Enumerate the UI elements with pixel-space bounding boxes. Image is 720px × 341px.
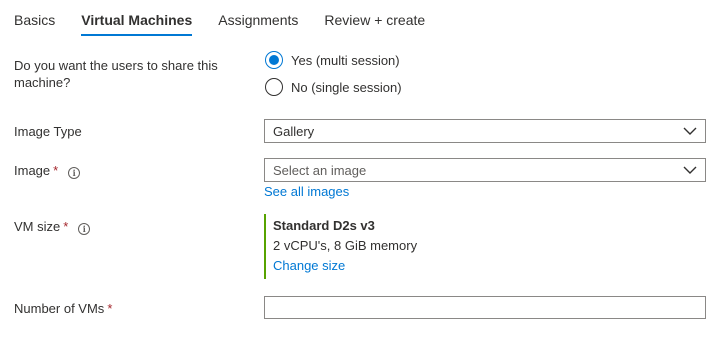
see-all-images-link[interactable]: See all images bbox=[264, 184, 349, 199]
vm-size-label-text: VM size bbox=[14, 219, 61, 234]
image-type-label: Image Type bbox=[14, 124, 82, 139]
image-field-label: Image * i bbox=[14, 162, 81, 179]
vm-size-summary: Standard D2s v3 2 vCPU's, 8 GiB memory C… bbox=[264, 214, 417, 279]
required-marker: * bbox=[63, 219, 69, 234]
info-icon[interactable]: i bbox=[68, 167, 81, 179]
radio-yes-label: Yes (multi session) bbox=[291, 52, 400, 68]
image-type-dropdown[interactable]: Gallery bbox=[264, 119, 706, 143]
tab-virtual-machines[interactable]: Virtual Machines bbox=[81, 0, 193, 36]
number-of-vms-input[interactable] bbox=[264, 296, 706, 319]
vm-size-details: 2 vCPU's, 8 GiB memory bbox=[273, 238, 418, 253]
change-size-link[interactable]: Change size bbox=[273, 258, 417, 273]
tab-basics[interactable]: Basics bbox=[14, 0, 55, 36]
image-label-text: Image bbox=[14, 163, 51, 178]
chevron-down-icon bbox=[683, 166, 697, 174]
info-icon[interactable]: i bbox=[78, 223, 91, 235]
radio-no-label: No (single session) bbox=[291, 79, 402, 95]
radio-no-single-session[interactable]: No (single session) bbox=[265, 78, 402, 96]
tab-bar: Basics Virtual Machines Assignments Revi… bbox=[14, 0, 451, 36]
vm-size-field-label: VM size * i bbox=[14, 218, 91, 235]
image-placeholder: Select an image bbox=[273, 162, 367, 178]
vm-size-name: Standard D2s v3 bbox=[273, 218, 375, 233]
radio-unselected-icon[interactable] bbox=[265, 78, 283, 96]
tab-assignments[interactable]: Assignments bbox=[218, 0, 298, 36]
radio-selected-icon[interactable] bbox=[265, 51, 283, 69]
image-dropdown[interactable]: Select an image bbox=[264, 158, 706, 182]
required-marker: * bbox=[107, 301, 113, 316]
required-marker: * bbox=[53, 163, 59, 178]
share-question-label: Do you want the users to share this mach… bbox=[14, 58, 218, 90]
image-type-value: Gallery bbox=[273, 123, 315, 139]
number-of-vms-field-label: Number of VMs * bbox=[14, 300, 112, 317]
chevron-down-icon bbox=[683, 127, 697, 135]
tab-review-create[interactable]: Review + create bbox=[324, 0, 425, 36]
number-of-vms-label-text: Number of VMs bbox=[14, 301, 105, 316]
radio-yes-multi-session[interactable]: Yes (multi session) bbox=[265, 51, 400, 69]
